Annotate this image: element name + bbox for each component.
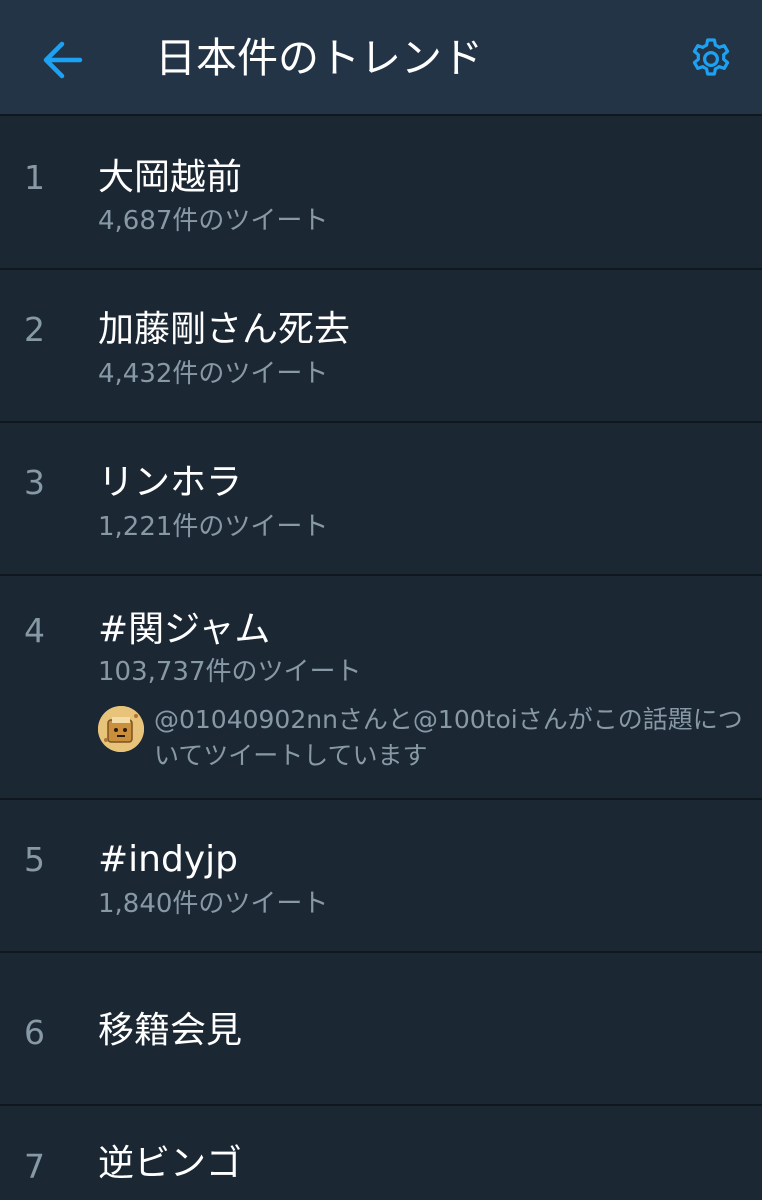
trend-rank: 7 bbox=[24, 1147, 45, 1186]
trend-item[interactable]: 1 大岡越前 4,687件のツイート bbox=[0, 116, 762, 270]
avatar-image bbox=[98, 706, 144, 752]
trend-name: #関ジャム bbox=[98, 609, 271, 650]
trend-rank: 1 bbox=[24, 158, 45, 197]
trend-item[interactable]: 6 移籍会見 bbox=[0, 953, 762, 1106]
trend-rank: 3 bbox=[24, 463, 45, 502]
trend-name: 移籍会見 bbox=[98, 1010, 243, 1051]
trend-tweet-count: 4,432件のツイート bbox=[98, 359, 329, 389]
trend-rank: 5 bbox=[24, 840, 45, 879]
trend-item[interactable]: 5 #indyjp 1,840件のツイート bbox=[0, 800, 762, 953]
trend-name: 逆ビンゴ bbox=[98, 1143, 243, 1184]
trend-name: 加藤剛さん死去 bbox=[98, 309, 351, 350]
top-app-bar: 日本件のトレンド bbox=[0, 0, 762, 116]
trend-item[interactable]: 2 加藤剛さん死去 4,432件のツイート bbox=[0, 270, 762, 423]
trend-rank: 2 bbox=[24, 310, 45, 349]
trend-rank: 4 bbox=[24, 611, 45, 650]
trend-name: リンホラ bbox=[98, 462, 243, 503]
trend-tweet-count: 1,840件のツイート bbox=[98, 889, 329, 919]
trend-tweet-count: 4,687件のツイート bbox=[98, 206, 329, 236]
trend-item[interactable]: 7 逆ビンゴ bbox=[0, 1106, 762, 1198]
avatar[interactable] bbox=[98, 706, 144, 752]
trend-item[interactable]: 3 リンホラ 1,221件のツイート bbox=[0, 423, 762, 576]
trend-tweet-count: 1,221件のツイート bbox=[98, 512, 329, 542]
settings-button[interactable] bbox=[680, 28, 742, 90]
trend-item[interactable]: 4 #関ジャム 103,737件のツイート @01040902nnさんと@100… bbox=[0, 576, 762, 800]
arrow-left-icon bbox=[43, 41, 83, 79]
trend-name: #indyjp bbox=[98, 839, 238, 880]
trend-tweet-count: 103,737件のツイート bbox=[98, 657, 362, 687]
trend-rank: 6 bbox=[24, 1013, 45, 1052]
trend-context-text: @01040902nnさんと@100toiさんがこの話題についてツイートしていま… bbox=[154, 705, 743, 770]
back-button[interactable] bbox=[32, 30, 92, 90]
page-title: 日本件のトレンド bbox=[155, 34, 483, 82]
trend-name: 大岡越前 bbox=[98, 157, 243, 198]
gear-icon bbox=[692, 38, 730, 76]
trends-list: 1 大岡越前 4,687件のツイート 2 加藤剛さん死去 4,432件のツイート… bbox=[0, 116, 762, 1198]
